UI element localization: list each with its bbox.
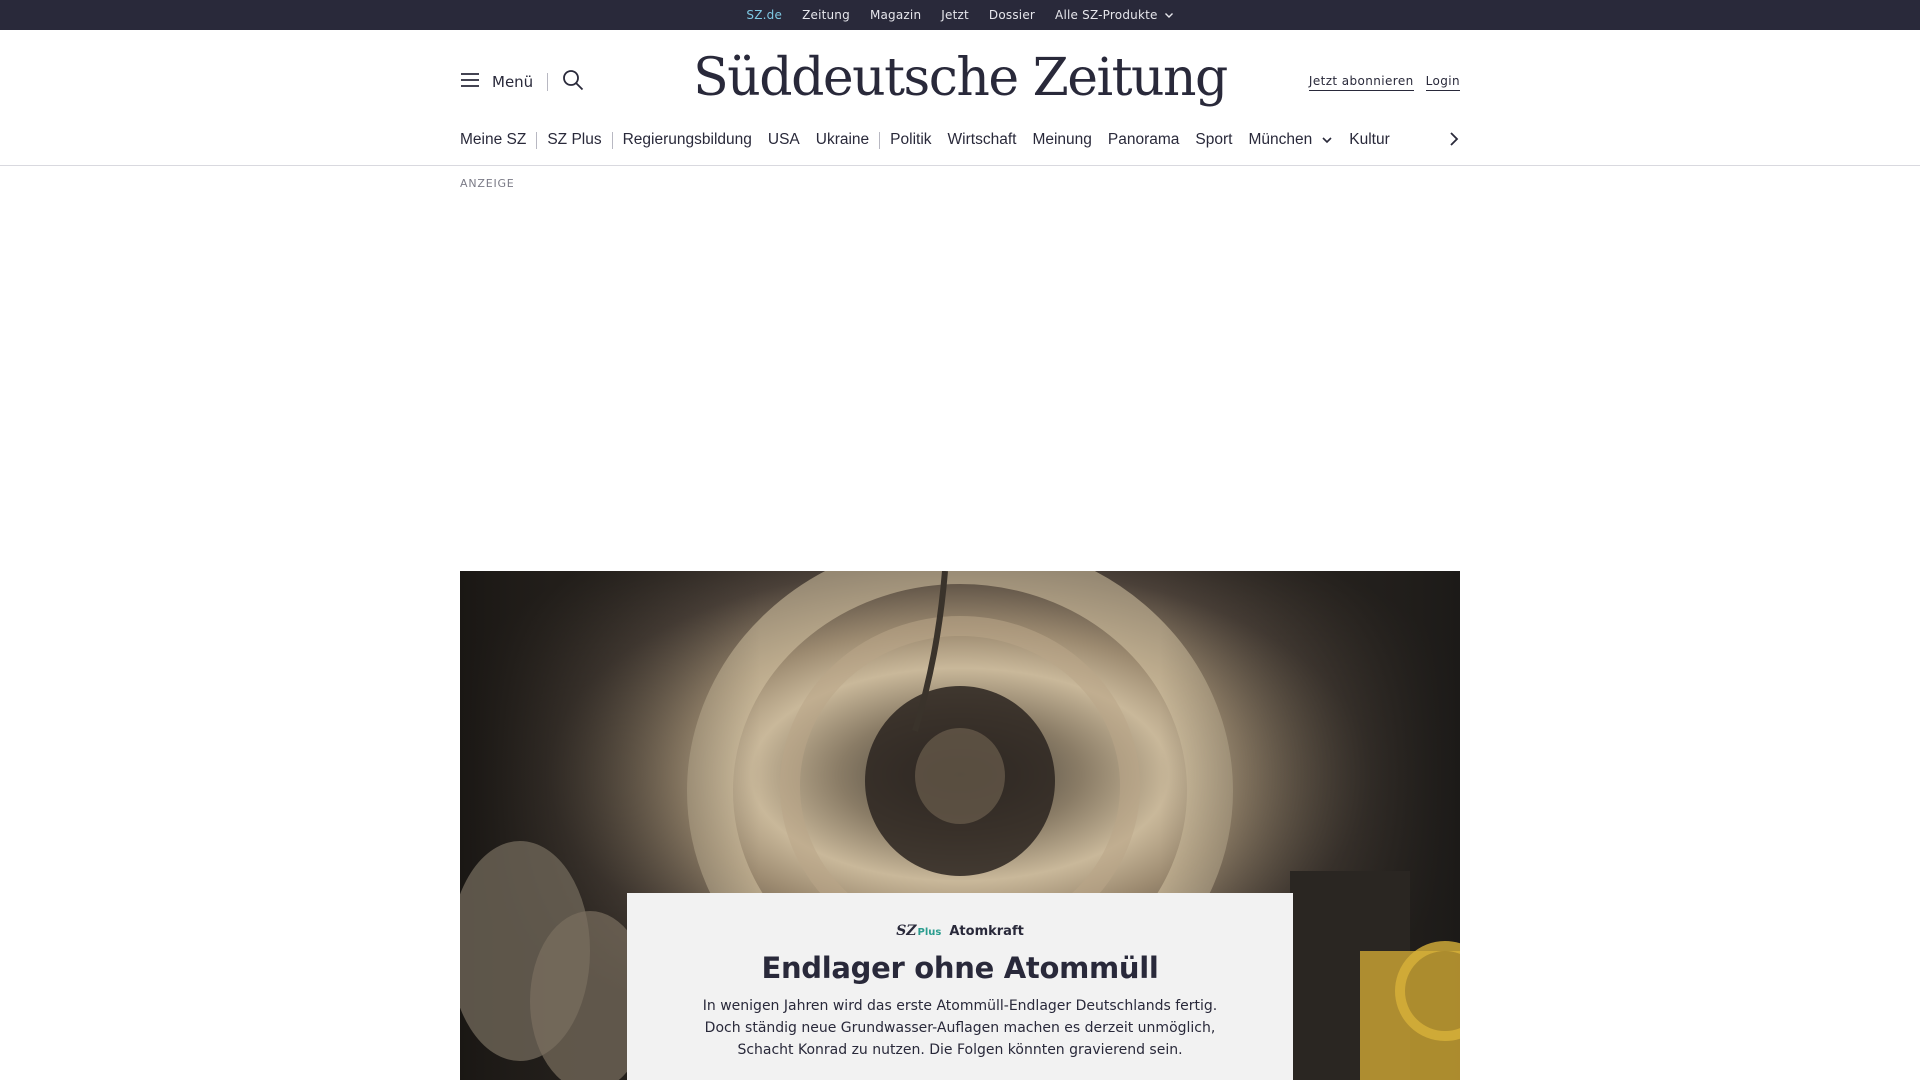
site-logo[interactable]: Süddeutsche Zeitung <box>693 48 1228 108</box>
teaser-title[interactable]: Endlager ohne Atommüll <box>627 951 1293 985</box>
nav-item-usa[interactable]: USA <box>768 131 800 149</box>
nav-item-muenchen[interactable]: München <box>1248 131 1333 149</box>
nav-item-label: München <box>1248 131 1313 148</box>
menu-divider <box>547 73 549 91</box>
topbar-link-szde[interactable]: SZ.de <box>746 8 782 22</box>
topbar-link-zeitung[interactable]: Zeitung <box>802 8 850 22</box>
teaser-card[interactable]: SZ Plus Atomkraft Endlager ohne Atommüll … <box>627 893 1293 1080</box>
hero-teaser[interactable]: SZ Plus Atomkraft Endlager ohne Atommüll … <box>460 571 1460 1080</box>
service-bar: SZ.de Zeitung Magazin Jetzt Dossier Alle… <box>0 0 1920 30</box>
teaser-summary: In wenigen Jahren wird das erste Atommül… <box>702 998 1218 1058</box>
main-navigation: Meine SZ SZ Plus Regierungsbildung USA U… <box>460 122 1460 158</box>
nav-divider <box>536 131 538 149</box>
chevron-down-icon <box>1321 134 1333 146</box>
search-icon <box>562 69 584 95</box>
sz-plus-badge-sz: SZ <box>896 923 917 939</box>
login-link[interactable]: Login <box>1425 74 1460 91</box>
nav-item-sz-plus[interactable]: SZ Plus <box>547 131 601 149</box>
nav-item-meinung[interactable]: Meinung <box>1032 131 1091 149</box>
account-links: Jetzt abonnieren Login <box>1308 74 1460 91</box>
topbar-link-dossier[interactable]: Dossier <box>989 8 1035 22</box>
search-button[interactable] <box>562 69 584 95</box>
menu-button[interactable]: Menü <box>460 72 533 92</box>
topbar-products-dropdown[interactable]: Alle SZ-Produkte <box>1055 8 1174 22</box>
nav-scroll-right-button[interactable] <box>1448 131 1460 152</box>
topbar-products-label: Alle SZ-Produkte <box>1055 8 1158 22</box>
menu-label: Menü <box>492 73 534 91</box>
menu-group: Menü <box>460 69 584 95</box>
sz-plus-badge: SZ Plus <box>896 923 941 939</box>
nav-divider <box>611 131 613 149</box>
ad-label: ANZEIGE <box>460 177 515 190</box>
topbar-link-jetzt[interactable]: Jetzt <box>941 8 969 22</box>
chevron-down-icon <box>1164 10 1174 20</box>
nav-item-sport[interactable]: Sport <box>1195 131 1232 149</box>
nav-divider <box>879 131 881 149</box>
sz-plus-badge-plus: Plus <box>917 927 942 938</box>
nav-item-ukraine[interactable]: Ukraine <box>816 131 869 149</box>
chevron-right-icon <box>1448 132 1460 151</box>
subscribe-link[interactable]: Jetzt abonnieren <box>1308 74 1414 91</box>
topbar-link-magazin[interactable]: Magazin <box>870 8 921 22</box>
hamburger-icon <box>460 72 480 92</box>
teaser-kicker: Atomkraft <box>949 923 1024 939</box>
nav-item-wirtschaft[interactable]: Wirtschaft <box>948 131 1017 149</box>
nav-item-regierungsbildung[interactable]: Regierungsbildung <box>623 131 752 149</box>
teaser-meta: SZ Plus Atomkraft <box>627 923 1293 939</box>
nav-item-panorama[interactable]: Panorama <box>1108 131 1180 149</box>
site-header: Menü Jetzt abonnieren Login Süddeutsche … <box>0 30 1920 166</box>
nav-item-politik[interactable]: Politik <box>890 131 931 149</box>
nav-item-meine-sz[interactable]: Meine SZ <box>460 131 526 149</box>
nav-item-kultur[interactable]: Kultur <box>1349 131 1390 149</box>
